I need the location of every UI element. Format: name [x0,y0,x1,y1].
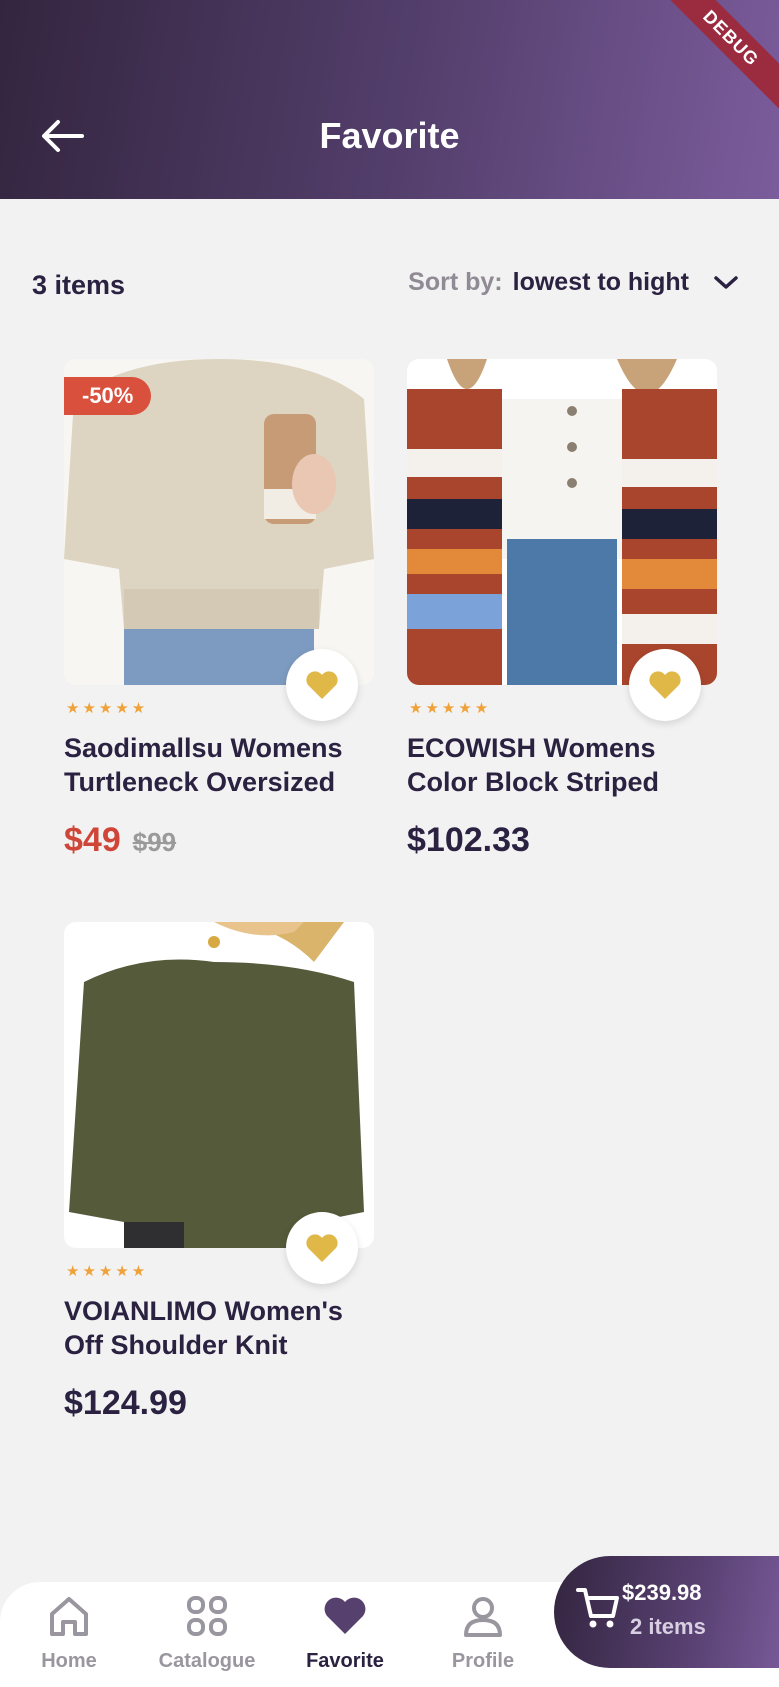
debug-banner: DEBUG [648,0,779,121]
discount-badge: -50% [64,377,152,415]
user-icon [464,1597,502,1637]
app-header: Favorite DEBUG [0,0,779,199]
sort-dropdown[interactable]: Sort by: lowest to hight [408,268,739,297]
original-price: $99 [132,827,177,857]
cart-icon [576,1588,619,1628]
nav-label: Home [41,1650,97,1672]
product-title: VOIANLIMO Women's Off Shoulder Knit [64,1294,384,1362]
favorite-toggle[interactable] [286,649,358,721]
page-title: Favorite [319,115,460,156]
cart-count: 2 items [630,1614,706,1639]
favorite-toggle[interactable] [286,1212,358,1284]
heart-icon [306,1234,338,1262]
product-title: Saodimallsu Womens Turtleneck Oversized [64,731,384,799]
sort-label: Sort by: [408,268,503,296]
favorite-toggle[interactable] [629,649,701,721]
grid-icon [187,1596,227,1636]
price-row: $49 $99 [64,821,176,860]
sort-value: lowest to hight [512,268,689,296]
product-image [64,922,374,1248]
nav-catalogue[interactable]: Catalogue [138,1590,276,1673]
items-count: 3 items [32,270,126,300]
product-title-line: Turtleneck Oversized [64,767,336,797]
product-card[interactable]: ★★★★★ VOIANLIMO Women's Off Shoulder Kni… [64,922,374,1422]
product-title-line: ECOWISH Womens [407,733,656,763]
home-icon [50,1597,88,1636]
price-row: $124.99 [64,1384,187,1423]
nav-profile[interactable]: Profile [414,1590,552,1673]
rating-stars: ★★★★★ [66,1263,149,1280]
nav-home[interactable]: Home [0,1590,138,1673]
price-row: $102.33 [407,821,530,860]
nav-label: Favorite [306,1650,384,1672]
product-card[interactable]: ★★★★★ ECOWISH Womens Color Block Striped… [407,359,717,859]
product-title: ECOWISH Womens Color Block Striped [407,731,727,799]
price: $124.99 [64,1384,187,1422]
product-title-line: VOIANLIMO Women's [64,1296,343,1326]
nav-label: Catalogue [158,1650,256,1672]
heart-icon [649,671,681,699]
product-image [407,359,717,685]
sale-price: $49 [64,821,121,859]
cart-total: $239.98 [622,1580,702,1605]
cart-button[interactable]: $239.98 2 items [554,1556,779,1668]
chevron-down-icon [714,275,738,289]
heart-icon [306,671,338,699]
price: $102.33 [407,821,530,859]
product-title-line: Color Block Striped [407,767,660,797]
heart-icon [324,1597,366,1634]
nav-favorite[interactable]: Favorite [276,1590,414,1673]
product-title-line: Saodimallsu Womens [64,733,343,763]
rating-stars: ★★★★★ [66,700,149,717]
rating-stars: ★★★★★ [409,700,492,717]
nav-label: Profile [451,1650,515,1672]
product-title-line: Off Shoulder Knit [64,1330,288,1360]
product-card[interactable]: -50% ★★★★★ Saodimallsu Womens Turtleneck… [64,359,374,859]
